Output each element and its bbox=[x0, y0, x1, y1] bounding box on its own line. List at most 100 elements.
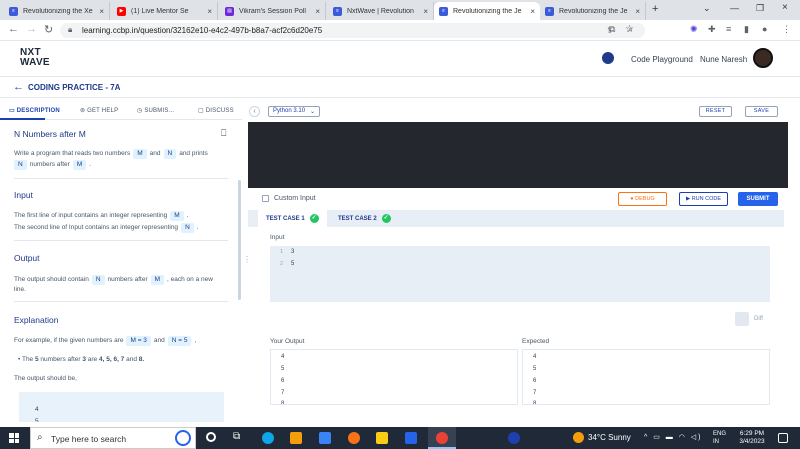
cortana-icon[interactable] bbox=[206, 432, 216, 442]
chevron-down-icon[interactable]: ⌄ bbox=[703, 3, 711, 14]
run-code-button[interactable]: ▶ RUN CODE bbox=[679, 192, 728, 206]
problem-intro-2: Nnumbers after M. bbox=[11, 159, 91, 170]
store-icon[interactable] bbox=[290, 432, 302, 444]
avatar[interactable] bbox=[753, 48, 773, 68]
tab-test-case-2[interactable]: TEST CASE 2 ✓ bbox=[330, 210, 399, 227]
extension-icon[interactable]: ✺ bbox=[690, 24, 698, 35]
debug-button[interactable]: ● DEBUG bbox=[618, 192, 667, 206]
browser-tab[interactable]: ≡ Revolutionizing the Je × bbox=[540, 2, 646, 20]
restore-icon[interactable]: ❐ bbox=[756, 3, 764, 14]
language-indicator[interactable]: ENG IN bbox=[713, 430, 726, 446]
tab-favicon-icon: ≡ bbox=[9, 6, 18, 16]
word-icon[interactable] bbox=[405, 432, 417, 444]
notification-icon[interactable] bbox=[778, 433, 788, 443]
code-playground-link[interactable]: Code Playground bbox=[631, 55, 693, 64]
tab-description[interactable]: ▭ DESCRIPTION bbox=[9, 107, 60, 114]
close-tab-icon[interactable]: × bbox=[315, 7, 320, 16]
output-heading: Output bbox=[14, 253, 40, 263]
output-line-2: line. bbox=[14, 286, 26, 293]
menu-dots-icon[interactable]: ⋮ bbox=[782, 24, 791, 35]
browser-tab[interactable]: ▶ (1) Live Mentor Se × bbox=[112, 2, 218, 20]
output-line: 7 bbox=[533, 390, 537, 396]
app-header: NXT WAVE Code Playground Nune Naresh bbox=[0, 41, 800, 77]
new-tab-icon[interactable]: + bbox=[652, 3, 658, 15]
reload-icon[interactable]: ↻ bbox=[44, 23, 53, 36]
nxtwave-logo[interactable]: NXT WAVE bbox=[20, 48, 50, 68]
text: . bbox=[186, 212, 189, 219]
tab-test-case-1[interactable]: TEST CASE 1 ✓ bbox=[258, 210, 327, 227]
browser-tab[interactable]: ▤ Vikram's Session Poll × bbox=[220, 2, 326, 20]
language-select[interactable]: Python 3.10 ⌄ bbox=[268, 106, 320, 117]
diff-toggle[interactable] bbox=[735, 312, 749, 326]
close-tab-icon[interactable]: × bbox=[207, 7, 212, 16]
close-tab-icon[interactable]: × bbox=[530, 7, 535, 16]
file-explorer-icon[interactable] bbox=[376, 432, 388, 444]
firefox-icon[interactable] bbox=[348, 432, 360, 444]
tab-discuss-label: DISCUSS bbox=[205, 108, 234, 114]
url-text: learning.ccbp.in/question/32162e10-e4c2-… bbox=[82, 26, 323, 35]
submit-button[interactable]: SUBMIT bbox=[738, 192, 778, 206]
close-window-icon[interactable]: × bbox=[782, 2, 788, 13]
tab-discuss[interactable]: ▢ DISCUSS bbox=[198, 107, 234, 114]
explanation-line: For example, if the given numbers are M =… bbox=[14, 335, 196, 346]
text: 5 bbox=[34, 356, 39, 363]
weather-text[interactable]: 34°C Sunny bbox=[588, 433, 631, 442]
your-output-box: 4 5 6 7 8 bbox=[270, 349, 518, 405]
tab-title: (1) Live Mentor Se bbox=[131, 7, 189, 15]
forward-icon[interactable]: → bbox=[26, 23, 37, 35]
windows-start-icon[interactable] bbox=[9, 433, 19, 443]
search-placeholder: Type here to search bbox=[51, 434, 127, 444]
back-icon[interactable]: ← bbox=[8, 23, 19, 35]
system-tray-icons[interactable]: ^ ▭ ▬ ◠ ◁) bbox=[644, 433, 703, 441]
close-tab-icon[interactable]: × bbox=[99, 7, 104, 16]
app-icon[interactable] bbox=[508, 432, 520, 444]
output-line: 4 bbox=[281, 354, 285, 360]
expected-output-box: 4 5 6 7 8 bbox=[522, 349, 770, 405]
zoom-icon[interactable]: ⌕ bbox=[628, 24, 633, 35]
your-output-label: Your Output bbox=[270, 338, 305, 345]
bing-icon[interactable] bbox=[175, 430, 191, 446]
save-button[interactable]: SAVE bbox=[745, 106, 778, 117]
code-chip: M bbox=[72, 160, 87, 170]
minimize-icon[interactable]: — bbox=[730, 3, 739, 13]
bookmark-icon[interactable]: ⎕ bbox=[221, 128, 226, 139]
puzzle-icon[interactable]: ✚ bbox=[708, 24, 716, 35]
custom-input-checkbox[interactable] bbox=[262, 195, 269, 202]
explanation-heading: Explanation bbox=[14, 315, 59, 325]
sidepanel-icon[interactable]: ▮ bbox=[744, 24, 749, 35]
task-view-icon[interactable]: ⧉ bbox=[233, 431, 240, 442]
problem-description: N Numbers after M ⎕ Write a program that… bbox=[0, 120, 242, 422]
browser-tab-active[interactable]: ≡ Revolutionizing the Je × bbox=[434, 2, 540, 20]
browser-tab[interactable]: ≡ Revolutionizing the Xe × bbox=[4, 2, 110, 20]
collapse-chevron-icon[interactable]: ‹ bbox=[249, 106, 260, 117]
input-value: 3 bbox=[291, 249, 295, 255]
close-tab-icon[interactable]: × bbox=[423, 7, 428, 16]
text: and bbox=[153, 337, 165, 344]
input-label: Input bbox=[270, 234, 285, 241]
scrollbar[interactable] bbox=[238, 180, 241, 300]
tab-get-help[interactable]: ⊚ GET HELP bbox=[80, 107, 118, 114]
screenshot-icon[interactable]: ⧉ bbox=[609, 24, 615, 35]
media-icon[interactable]: ≡ bbox=[726, 24, 731, 34]
close-tab-icon[interactable]: × bbox=[635, 7, 640, 16]
run-controls: Custom Input ● DEBUG ▶ RUN CODE SUBMIT bbox=[248, 188, 788, 210]
language-value: Python 3.10 bbox=[273, 108, 306, 114]
taskbar-search[interactable]: ⌕ Type here to search bbox=[30, 427, 196, 449]
profile-icon[interactable]: ● bbox=[762, 24, 767, 34]
reset-button[interactable]: RESET bbox=[699, 106, 732, 117]
code-editor[interactable] bbox=[248, 122, 788, 188]
streak-icon[interactable] bbox=[602, 52, 614, 64]
browser-tab[interactable]: ≡ NxtWave | Revolution × bbox=[328, 2, 434, 20]
output-line: 5 bbox=[533, 366, 537, 372]
chrome-taskbar-button[interactable] bbox=[428, 427, 456, 449]
tab-submissions[interactable]: ◷ SUBMIS... bbox=[137, 107, 174, 114]
code-chip: M bbox=[133, 149, 147, 159]
mail-icon[interactable] bbox=[319, 432, 331, 444]
diff-label[interactable]: Diff bbox=[754, 316, 763, 322]
user-name[interactable]: Nune Naresh bbox=[700, 55, 747, 64]
sample-output-box: 4 5 bbox=[19, 392, 224, 422]
edge-icon[interactable] bbox=[262, 432, 274, 444]
back-arrow-icon[interactable]: ← bbox=[13, 81, 24, 93]
clock[interactable]: 6:29 PM 3/4/2023 bbox=[735, 430, 769, 446]
omnibox[interactable]: 🔒︎ learning.ccbp.in/question/32162e10-e4… bbox=[60, 23, 645, 38]
